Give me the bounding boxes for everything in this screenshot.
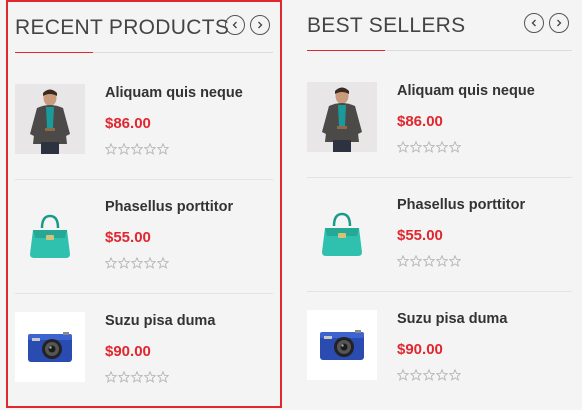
star-icon <box>436 255 448 267</box>
product-item: Phasellus porttitor $55.00 <box>15 180 273 294</box>
recent-products-widget: RECENT PRODUCTS Aliquam quis neque $86.0… <box>6 0 282 408</box>
star-icon <box>436 141 448 153</box>
widget-title: RECENT PRODUCTS <box>15 16 230 39</box>
product-item: Aliquam quis neque $86.00 <box>307 64 572 178</box>
star-icon <box>397 369 409 381</box>
star-icon <box>423 369 435 381</box>
next-button[interactable] <box>250 15 270 35</box>
star-icon <box>105 143 117 155</box>
widget-header: BEST SELLERS <box>307 10 572 51</box>
star-icon <box>144 257 156 269</box>
star-icon <box>118 257 130 269</box>
star-icon <box>410 255 422 267</box>
prev-button[interactable] <box>225 15 245 35</box>
star-icon <box>423 255 435 267</box>
product-name-link[interactable]: Suzu pisa duma <box>105 313 273 329</box>
star-icon <box>144 371 156 383</box>
star-icon <box>118 371 130 383</box>
rating-stars <box>105 257 273 269</box>
star-icon <box>410 369 422 381</box>
rating-stars <box>397 141 572 153</box>
next-button[interactable] <box>549 13 569 33</box>
star-icon <box>410 141 422 153</box>
header-accent-line <box>15 52 93 53</box>
star-icon <box>449 141 461 153</box>
product-price: $86.00 <box>105 115 151 132</box>
star-icon <box>397 255 409 267</box>
widget-header: RECENT PRODUCTS <box>15 12 273 53</box>
rating-stars <box>105 371 273 383</box>
star-icon <box>105 371 117 383</box>
rating-stars <box>105 143 273 155</box>
product-price: $55.00 <box>105 229 151 246</box>
star-icon <box>157 257 169 269</box>
star-icon <box>118 143 130 155</box>
chevron-left-icon <box>232 21 237 29</box>
product-price: $90.00 <box>397 341 443 358</box>
product-price: $90.00 <box>105 343 151 360</box>
product-price: $86.00 <box>397 113 443 130</box>
chevron-left-icon <box>531 19 536 27</box>
product-item: Suzu pisa duma $90.00 <box>15 294 273 408</box>
star-icon <box>131 143 143 155</box>
star-icon <box>449 369 461 381</box>
product-name-link[interactable]: Phasellus porttitor <box>397 197 572 213</box>
star-icon <box>423 141 435 153</box>
product-item: Suzu pisa duma $90.00 <box>307 292 572 406</box>
star-icon <box>449 255 461 267</box>
chevron-right-icon <box>557 19 562 27</box>
star-icon <box>131 371 143 383</box>
product-item: Aliquam quis neque $86.00 <box>15 66 273 180</box>
star-icon <box>157 143 169 155</box>
best-sellers-widget: BEST SELLERS Aliquam quis neque $86.00 P… <box>300 0 576 408</box>
product-name-link[interactable]: Suzu pisa duma <box>397 311 572 327</box>
star-icon <box>157 371 169 383</box>
product-price: $55.00 <box>397 227 443 244</box>
product-image-man-jacket[interactable] <box>307 82 377 152</box>
star-icon <box>144 143 156 155</box>
rating-stars <box>397 255 572 267</box>
star-icon <box>436 369 448 381</box>
widget-title: BEST SELLERS <box>307 14 466 37</box>
product-name-link[interactable]: Aliquam quis neque <box>105 85 273 101</box>
product-image-blue-camera[interactable] <box>307 310 377 380</box>
product-name-link[interactable]: Phasellus porttitor <box>105 199 273 215</box>
product-image-teal-handbag[interactable] <box>307 196 377 266</box>
star-icon <box>105 257 117 269</box>
chevron-right-icon <box>258 21 263 29</box>
product-name-link[interactable]: Aliquam quis neque <box>397 83 572 99</box>
star-icon <box>131 257 143 269</box>
product-image-teal-handbag[interactable] <box>15 198 85 268</box>
product-image-blue-camera[interactable] <box>15 312 85 382</box>
rating-stars <box>397 369 572 381</box>
product-item: Phasellus porttitor $55.00 <box>307 178 572 292</box>
prev-button[interactable] <box>524 13 544 33</box>
star-icon <box>397 141 409 153</box>
header-accent-line <box>307 50 385 51</box>
product-image-man-jacket[interactable] <box>15 84 85 154</box>
